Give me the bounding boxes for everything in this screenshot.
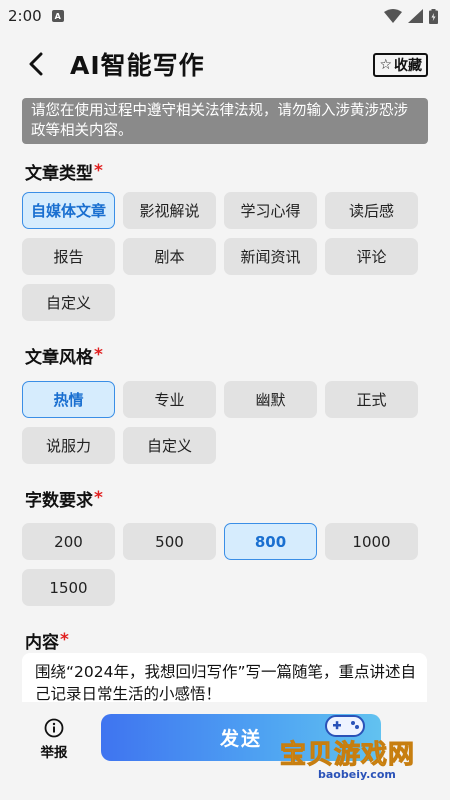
type-option-chip[interactable]: 剧本 (123, 238, 216, 275)
status-time: 2:00 (8, 7, 42, 25)
app-notification-icon: A (51, 10, 64, 22)
style-option-chip[interactable]: 自定义 (123, 427, 216, 464)
length-option-chip[interactable]: 200 (22, 523, 115, 560)
type-option-chip[interactable]: 自定义 (22, 284, 115, 321)
wifi-icon (384, 9, 402, 23)
type-option-chip[interactable]: 新闻资讯 (224, 238, 317, 275)
battery-icon (429, 8, 438, 24)
required-marker: * (94, 161, 103, 181)
word-count-options: 200 500 800 1000 1500 (22, 523, 450, 606)
star-icon: ☆ (379, 57, 392, 73)
style-option-chip[interactable]: 专业 (123, 381, 216, 418)
length-option-chip[interactable]: 1500 (22, 569, 115, 606)
favorite-button[interactable]: ☆ 收藏 (373, 53, 428, 77)
style-option-chip[interactable]: 说服力 (22, 427, 115, 464)
status-bar: 2:00 A (0, 0, 450, 32)
page-title: AI智能写作 (70, 51, 205, 80)
type-option-chip[interactable]: 自媒体文章 (22, 192, 115, 229)
article-type-options: 自媒体文章 影视解说 学习心得 读后感报告 剧本 新闻资讯 评论自定义 (22, 192, 450, 321)
type-option-chip[interactable]: 读后感 (325, 192, 418, 229)
favorite-label: 收藏 (394, 58, 422, 74)
article-style-options: 热情 专业 幽默 正式说服力 自定义 (22, 381, 450, 464)
watermark-url: baobeiy.com (318, 768, 396, 781)
chevron-left-icon (29, 52, 43, 76)
length-option-chip[interactable]: 800 (224, 523, 317, 560)
report-label: 举报 (40, 745, 68, 761)
type-option-chip[interactable]: 评论 (325, 238, 418, 275)
watermark-logo: 宝贝游戏网 baobeiy.com (272, 708, 432, 788)
info-icon (44, 718, 64, 738)
legal-notice: 请您在使用过程中遵守相关法律法规，请勿输入涉黄涉恐涉政等相关内容。 (22, 98, 428, 144)
word-count-title: 字数要求 * (25, 488, 103, 511)
style-option-chip[interactable]: 热情 (22, 381, 115, 418)
type-option-chip[interactable]: 影视解说 (123, 192, 216, 229)
required-marker: * (94, 345, 103, 365)
signal-icon (408, 9, 423, 23)
content-title: 内容 * (25, 630, 69, 653)
back-button[interactable] (22, 50, 50, 78)
required-marker: * (94, 488, 103, 508)
watermark-text: 宝贝游戏网 (279, 740, 416, 771)
type-option-chip[interactable]: 学习心得 (224, 192, 317, 229)
required-marker: * (60, 630, 69, 650)
article-type-title: 文章类型 * (25, 161, 103, 184)
header: AI智能写作 ☆ 收藏 (0, 32, 450, 96)
article-style-title: 文章风格 * (25, 345, 103, 368)
style-option-chip[interactable]: 正式 (325, 381, 418, 418)
report-button[interactable]: 举报 (34, 718, 74, 761)
length-option-chip[interactable]: 500 (123, 523, 216, 560)
style-option-chip[interactable]: 幽默 (224, 381, 317, 418)
type-option-chip[interactable]: 报告 (22, 238, 115, 275)
length-option-chip[interactable]: 1000 (325, 523, 418, 560)
